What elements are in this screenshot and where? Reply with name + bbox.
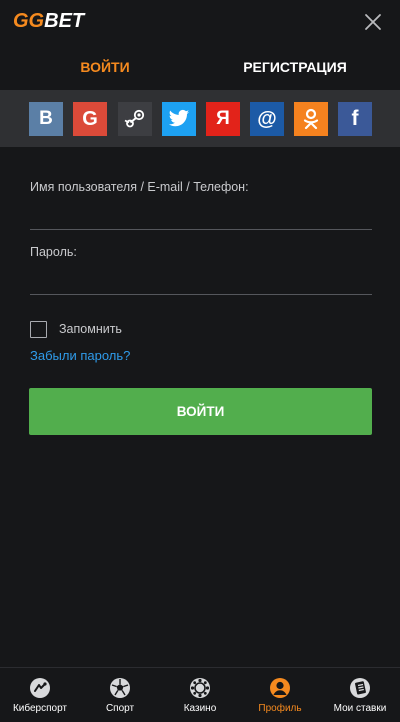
nav-label-sport: Спорт bbox=[105, 703, 135, 714]
twitter-login-button[interactable] bbox=[162, 102, 196, 136]
close-button[interactable] bbox=[362, 11, 384, 33]
username-label: Имя пользователя / E-mail / Телефон: bbox=[30, 180, 249, 194]
tab-register[interactable]: РЕГИСТРАЦИЯ bbox=[190, 44, 400, 90]
bottom-navigation: Киберспорт Спорт Казино Профиль Мои став… bbox=[0, 667, 400, 722]
auth-tabs: ВОЙТИ РЕГИСТРАЦИЯ bbox=[0, 44, 400, 90]
google-icon: G bbox=[82, 107, 98, 130]
password-label: Пароль: bbox=[30, 245, 77, 259]
nav-label-profile: Профиль bbox=[258, 703, 302, 714]
soccer-ball-icon bbox=[110, 678, 130, 698]
nav-item-esports[interactable]: Киберспорт bbox=[0, 668, 80, 722]
twitter-icon bbox=[168, 109, 190, 127]
logo-gg: GG bbox=[13, 10, 45, 32]
nav-label-casino: Казино bbox=[183, 703, 217, 714]
social-login-bar: B G Я @ f bbox=[0, 90, 400, 147]
remember-me-row: Запомнить bbox=[30, 320, 122, 338]
password-field[interactable] bbox=[30, 267, 372, 295]
login-submit-button[interactable]: ВОЙТИ bbox=[29, 388, 372, 435]
facebook-login-button[interactable]: f bbox=[338, 102, 372, 136]
nav-item-my-bets[interactable]: Мои ставки bbox=[320, 668, 400, 722]
casino-chip-icon bbox=[190, 678, 210, 698]
mailru-icon: @ bbox=[257, 107, 277, 130]
tab-login[interactable]: ВОЙТИ bbox=[0, 44, 210, 90]
app-header: GGBET bbox=[0, 0, 400, 44]
login-form: Имя пользователя / E-mail / Телефон: Пар… bbox=[0, 147, 400, 667]
facebook-icon: f bbox=[351, 107, 359, 130]
profile-icon bbox=[270, 678, 290, 698]
forgot-password-link[interactable]: Забыли пароль? bbox=[30, 348, 130, 363]
yandex-login-button[interactable]: Я bbox=[206, 102, 240, 136]
remember-label: Запомнить bbox=[59, 322, 122, 336]
steam-login-button[interactable] bbox=[118, 102, 152, 136]
username-field[interactable] bbox=[30, 202, 372, 230]
yandex-icon: Я bbox=[216, 108, 230, 129]
nav-label-my-bets: Мои ставки bbox=[333, 703, 387, 714]
vk-icon: B bbox=[39, 108, 53, 129]
nav-label-esports: Киберспорт bbox=[12, 703, 68, 714]
close-icon bbox=[365, 14, 381, 30]
bets-icon bbox=[350, 678, 370, 698]
nav-item-sport[interactable]: Спорт bbox=[80, 668, 160, 722]
nav-item-profile[interactable]: Профиль bbox=[240, 668, 320, 722]
odnoklassniki-icon bbox=[303, 108, 319, 130]
steam-icon bbox=[124, 109, 145, 128]
vk-login-button[interactable]: B bbox=[29, 102, 63, 136]
odnoklassniki-login-button[interactable] bbox=[294, 102, 328, 136]
logo-bet: BET bbox=[44, 10, 85, 32]
ggbet-logo[interactable]: GGBET bbox=[13, 10, 84, 33]
google-login-button[interactable]: G bbox=[73, 102, 107, 136]
mailru-login-button[interactable]: @ bbox=[250, 102, 284, 136]
nav-item-casino[interactable]: Казино bbox=[160, 668, 240, 722]
esports-icon bbox=[30, 678, 50, 698]
remember-checkbox[interactable] bbox=[30, 320, 47, 338]
